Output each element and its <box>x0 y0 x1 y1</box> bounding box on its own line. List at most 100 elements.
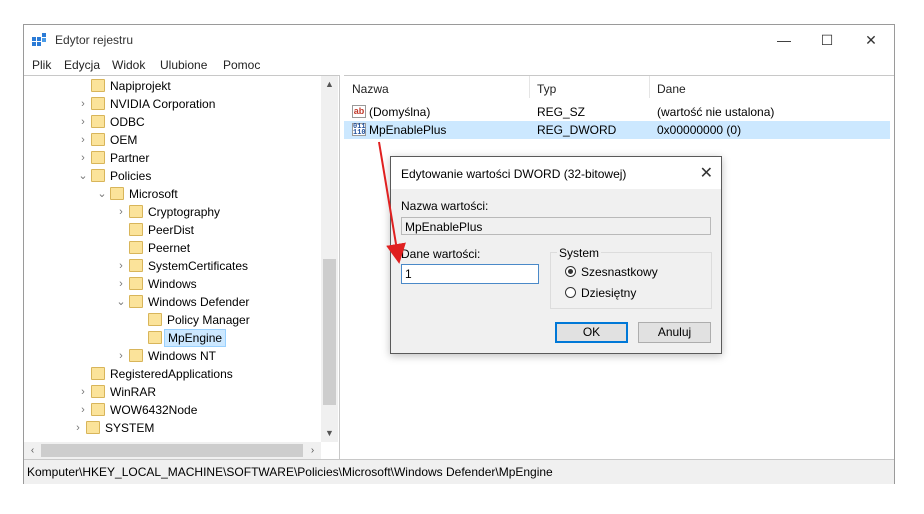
scroll-thumb-horizontal[interactable] <box>41 444 303 457</box>
collapse-chevron-icon[interactable]: ⌄ <box>115 293 127 311</box>
tree-node-label[interactable]: WinRAR <box>110 385 156 399</box>
tree-node-label[interactable]: OEM <box>110 133 137 147</box>
scroll-thumb[interactable] <box>323 259 336 405</box>
value-type: REG_DWORD <box>537 123 617 137</box>
folder-icon <box>129 349 143 362</box>
tree-node-label[interactable]: MpEngine <box>164 329 227 347</box>
folder-icon <box>91 151 105 164</box>
tree-node-label[interactable]: Cryptography <box>148 205 220 219</box>
collapse-chevron-icon[interactable]: ⌄ <box>77 167 89 185</box>
collapse-chevron-icon[interactable]: ⌄ <box>96 185 108 203</box>
tree-node-label[interactable]: ODBC <box>110 115 145 129</box>
expand-chevron-icon[interactable]: › <box>77 383 89 401</box>
tree-node-label[interactable]: Partner <box>110 151 149 165</box>
folder-icon <box>129 295 143 308</box>
tree-node-label[interactable]: RegisteredApplications <box>110 367 233 381</box>
expand-chevron-icon[interactable]: › <box>77 131 89 149</box>
radio-dec-circle[interactable] <box>565 287 576 298</box>
value-data: (wartość nie ustalona) <box>657 105 775 119</box>
scroll-right-icon[interactable]: › <box>304 442 321 459</box>
tree-node-label[interactable]: Policies <box>110 169 151 183</box>
menu-edycja[interactable]: Edycja <box>64 58 100 72</box>
title-bar: Edytor rejestru — ☐ ✕ <box>24 25 894 55</box>
tree-horizontal-scrollbar[interactable]: ‹ › <box>24 442 321 459</box>
dialog-close-icon[interactable]: ✕ <box>700 163 713 183</box>
tree-node-label[interactable]: Windows <box>148 277 197 291</box>
value-data: 0x00000000 (0) <box>657 123 742 137</box>
string-value-icon: ab <box>352 105 366 118</box>
expand-chevron-icon[interactable]: › <box>115 257 127 275</box>
close-button[interactable]: ✕ <box>848 25 894 55</box>
folder-icon <box>91 133 105 146</box>
value-name-field: MpEnablePlus <box>401 217 711 235</box>
tree-vertical-scrollbar[interactable]: ▲ ▼ <box>321 76 338 442</box>
key-tree: Napiprojekt › NVIDIA Corporation › ODBC › OEM ›… <box>24 75 340 460</box>
expand-chevron-icon[interactable]: › <box>115 347 127 365</box>
folder-icon <box>91 385 105 398</box>
column-header-name[interactable]: Nazwa <box>352 82 389 96</box>
radio-dec-label[interactable]: Dziesiętny <box>581 286 636 300</box>
tree-node-label[interactable]: NVIDIA Corporation <box>110 97 215 111</box>
menu-pomoc[interactable]: Pomoc <box>223 58 260 72</box>
radio-hex-circle[interactable] <box>565 266 576 277</box>
tree-node-label[interactable]: WOW6432Node <box>110 403 197 417</box>
folder-icon <box>91 367 105 380</box>
folder-icon <box>129 223 143 236</box>
value-name: (Domyślna) <box>369 105 431 119</box>
folder-icon <box>148 313 162 326</box>
folder-icon <box>129 241 143 254</box>
key-path: Komputer\HKEY_LOCAL_MACHINE\SOFTWARE\Pol… <box>27 465 553 479</box>
expand-chevron-icon[interactable]: › <box>115 275 127 293</box>
tree-node-label[interactable]: Windows NT <box>148 349 216 363</box>
value-row[interactable]: ab (Domyślna) REG_SZ (wartość nie ustalo… <box>344 103 890 121</box>
expand-chevron-icon[interactable]: › <box>72 419 84 437</box>
tree-node-label[interactable]: PeerDist <box>148 223 194 237</box>
value-data-input[interactable] <box>401 264 539 284</box>
menu-ulubione[interactable]: Ulubione <box>160 58 207 72</box>
tree-node-label[interactable]: Policy Manager <box>167 313 250 327</box>
registry-editor-icon <box>32 33 46 46</box>
maximize-button[interactable]: ☐ <box>804 25 850 55</box>
expand-chevron-icon[interactable]: › <box>115 203 127 221</box>
radio-hex-label[interactable]: Szesnastkowy <box>581 265 658 279</box>
column-header-type[interactable]: Typ <box>537 82 556 96</box>
menu-widok[interactable]: Widok <box>112 58 145 72</box>
menu-plik[interactable]: Plik <box>32 58 51 72</box>
folder-icon <box>91 115 105 128</box>
tree-node-label[interactable]: Windows Defender <box>148 295 249 309</box>
expand-chevron-icon[interactable]: › <box>77 401 89 419</box>
tree-node-label[interactable]: Microsoft <box>129 187 178 201</box>
tree-node-label[interactable]: SYSTEM <box>105 421 154 435</box>
column-separator[interactable] <box>649 76 650 98</box>
value-row-selected[interactable]: 011 110 MpEnablePlus REG_DWORD 0x0000000… <box>344 121 890 139</box>
scroll-up-icon[interactable]: ▲ <box>321 76 338 93</box>
folder-icon <box>91 79 105 92</box>
expand-chevron-icon[interactable]: › <box>77 149 89 167</box>
expand-chevron-icon[interactable]: › <box>77 95 89 113</box>
folder-icon <box>91 169 105 182</box>
value-data-label: Dane wartości: <box>401 247 481 261</box>
ok-button[interactable]: OK <box>555 322 628 343</box>
tree-node-label[interactable]: Napiprojekt <box>110 79 171 93</box>
column-separator[interactable] <box>529 76 530 98</box>
column-header-data[interactable]: Dane <box>657 82 686 96</box>
tree-node-label[interactable]: SystemCertificates <box>148 259 248 273</box>
cancel-button[interactable]: Anuluj <box>638 322 711 343</box>
edit-dword-dialog: Edytowanie wartości DWORD (32-bitowej) ✕… <box>390 156 722 354</box>
folder-icon <box>91 97 105 110</box>
dialog-title-bar: Edytowanie wartości DWORD (32-bitowej) ✕ <box>391 157 721 189</box>
folder-icon <box>110 187 124 200</box>
expand-chevron-icon[interactable]: › <box>77 113 89 131</box>
minimize-button[interactable]: — <box>761 25 807 55</box>
tree-node-label[interactable]: Peernet <box>148 241 190 255</box>
folder-icon <box>129 205 143 218</box>
value-name-label: Nazwa wartości: <box>401 199 489 213</box>
scroll-down-icon[interactable]: ▼ <box>321 425 338 442</box>
binary-value-icon: 011 110 <box>352 123 366 137</box>
scroll-left-icon[interactable]: ‹ <box>24 442 41 459</box>
dialog-title: Edytowanie wartości DWORD (32-bitowej) <box>401 167 627 181</box>
